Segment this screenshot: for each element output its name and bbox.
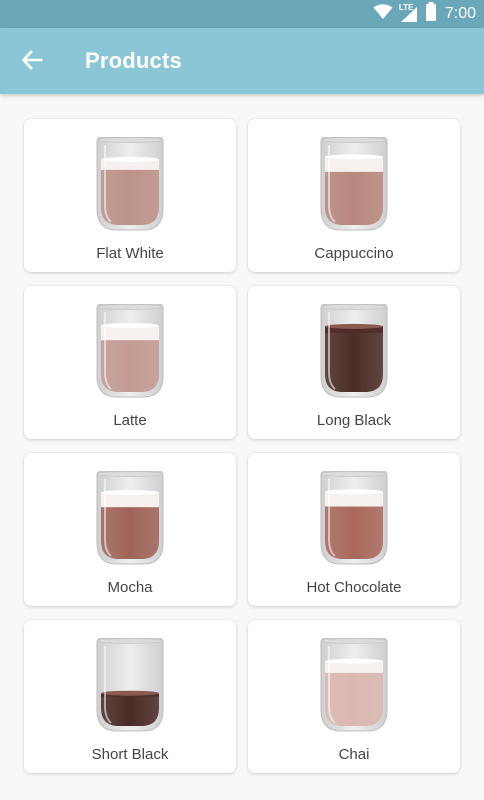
coffee-cup-icon	[319, 470, 389, 565]
app-bar: Products	[0, 28, 484, 94]
product-name: Mocha	[107, 579, 153, 596]
cell-signal-icon: LTE	[399, 3, 419, 23]
product-name: Hot Chocolate	[306, 579, 402, 596]
product-card[interactable]: Cappuccino	[248, 119, 460, 272]
product-name: Flat White	[96, 245, 164, 262]
status-bar: LTE 7:00	[0, 0, 484, 28]
coffee-cup-icon	[319, 136, 389, 231]
battery-icon	[425, 2, 437, 26]
product-card[interactable]: Flat White	[24, 119, 236, 272]
back-button[interactable]	[14, 44, 50, 80]
product-card[interactable]: Hot Chocolate	[248, 453, 460, 606]
product-card[interactable]: Short Black	[24, 620, 236, 773]
product-name: Short Black	[91, 746, 169, 763]
product-card[interactable]: Mocha	[24, 453, 236, 606]
product-name: Cappuccino	[314, 245, 394, 262]
product-name: Long Black	[316, 412, 392, 429]
page-title: Products	[85, 48, 182, 73]
coffee-cup-icon	[95, 637, 165, 732]
coffee-cup-icon	[319, 303, 389, 398]
status-time: 7:00	[444, 5, 476, 22]
product-card[interactable]: Long Black	[248, 286, 460, 439]
status-icons: LTE 7:00	[373, 2, 476, 26]
product-card[interactable]: Chai	[248, 620, 460, 773]
coffee-cup-icon	[95, 303, 165, 398]
wifi-icon	[373, 3, 393, 25]
arrow-back-icon	[21, 49, 43, 76]
product-name: Chai	[338, 746, 370, 763]
coffee-cup-icon	[95, 470, 165, 565]
product-name: Latte	[113, 412, 147, 429]
product-card[interactable]: Latte	[24, 286, 236, 439]
coffee-cup-icon	[319, 637, 389, 732]
coffee-cup-icon	[95, 136, 165, 231]
